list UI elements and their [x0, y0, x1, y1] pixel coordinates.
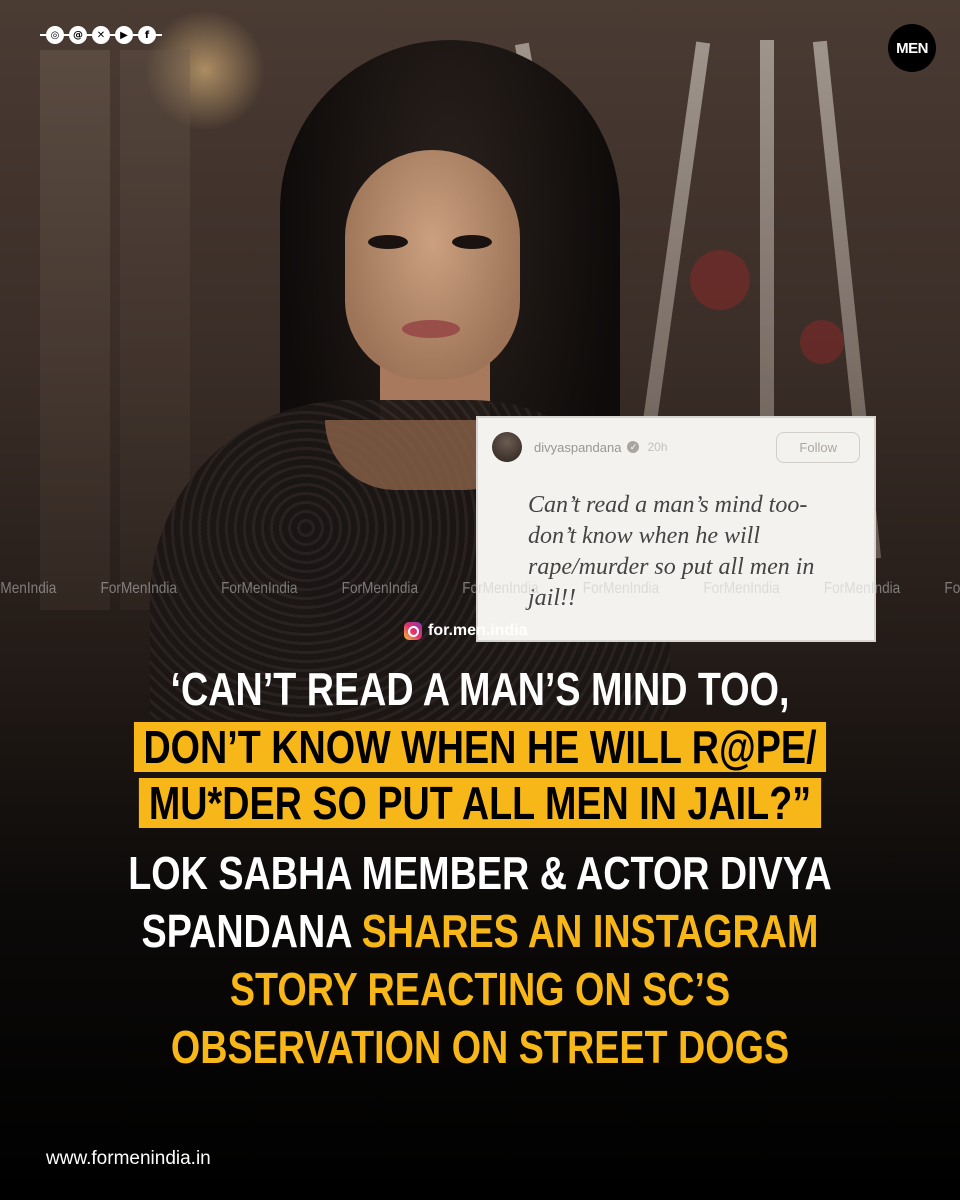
watermark-strip: ForMenIndia ForMenIndia ForMenIndia ForM… [0, 580, 960, 598]
background-bokeh [690, 250, 750, 310]
story-header: divyaspandana ✓ 20h Follow [478, 418, 874, 476]
right-eye [452, 235, 492, 249]
headline-line-2-wrap: DON’T KNOW WHEN HE WILL R@PE/ [86, 722, 873, 772]
watermark-text: ForMenIndia [221, 580, 298, 597]
background-panel [40, 50, 110, 610]
threads-icon[interactable]: @ [69, 26, 87, 44]
watermark-text: ForMenIndia [582, 580, 660, 597]
social-icons-bar: ◎ @ ✕ ▶ f [40, 24, 162, 46]
headline-line-6: STORY REACTING ON SC’S [229, 963, 731, 1015]
facebook-icon[interactable]: f [138, 26, 156, 44]
avatar [492, 432, 522, 462]
instagram-handle: for.men.india [404, 622, 528, 640]
watermark-text: ForMenIndia [0, 580, 57, 597]
background-bokeh [800, 320, 844, 364]
instagram-icon [404, 622, 422, 640]
left-eye [368, 235, 408, 249]
headline-line-3: MU*DER SO PUT ALL MEN IN JAIL?” [139, 778, 821, 828]
brand-logo-text: MEN [896, 39, 928, 57]
watermark-text: ForMenIndia [462, 580, 539, 597]
headline-line-5: SPANDANA SHARES AN INSTAGRAM [86, 906, 873, 956]
lips [402, 320, 460, 338]
headline-line-1: ‘CAN’T READ A MAN’S MIND TOO, [170, 663, 790, 715]
instagram-icon[interactable]: ◎ [46, 26, 64, 44]
headline-line-7: OBSERVATION ON STREET DOGS [170, 1021, 790, 1073]
story-time: 20h [647, 440, 668, 454]
x-icon[interactable]: ✕ [92, 26, 110, 44]
youtube-icon[interactable]: ▶ [115, 26, 133, 44]
watermark-text: ForMenIndia [944, 580, 960, 597]
headline-line-4: LOK SABHA MEMBER & ACTOR DIVYA [128, 847, 832, 899]
headline-line-5-white: SPANDANA [141, 905, 362, 957]
website-link[interactable]: www.formenindia.in [46, 1148, 211, 1170]
watermark-text: ForMenIndia [823, 580, 901, 597]
headline-line-5-yellow: SHARES AN INSTAGRAM [361, 905, 819, 957]
brand-logo: MEN [888, 24, 936, 72]
instagram-story-screenshot: divyaspandana ✓ 20h Follow Can’t read a … [476, 416, 876, 642]
headline-line-2: DON’T KNOW WHEN HE WILL R@PE/ [133, 722, 827, 772]
post-image: ◎ @ ✕ ▶ f MEN divyaspandana ✓ 20h Follow… [0, 0, 960, 1200]
headline-line-3-wrap: MU*DER SO PUT ALL MEN IN JAIL?” [86, 778, 873, 828]
instagram-handle-text: for.men.india [428, 622, 528, 639]
verified-badge-icon: ✓ [627, 441, 640, 453]
watermark-text: ForMenIndia [100, 580, 177, 597]
face [345, 150, 520, 380]
watermark-text: ForMenIndia [341, 580, 419, 597]
watermark-text: ForMenIndia [703, 580, 780, 597]
story-username: divyaspandana [534, 439, 622, 455]
follow-button[interactable]: Follow [776, 431, 860, 463]
